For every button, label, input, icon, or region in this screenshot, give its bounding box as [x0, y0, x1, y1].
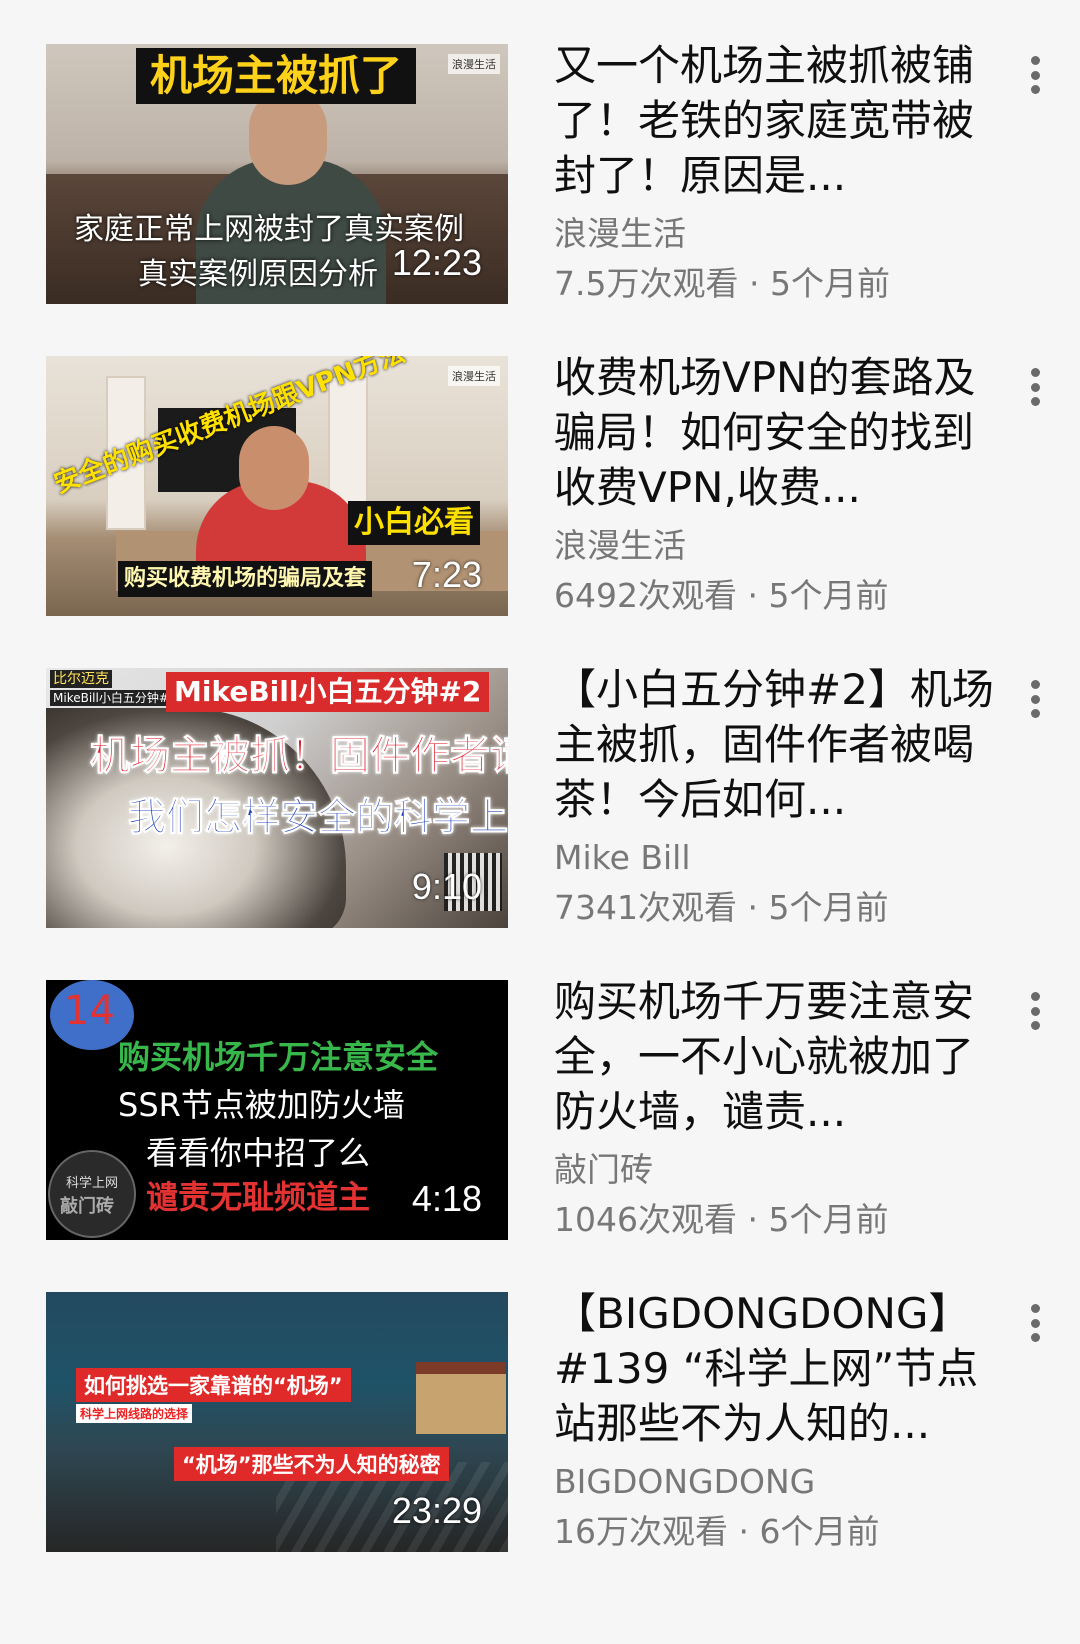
- thumbnail-subtitle: 科学上网线路的选择: [76, 1404, 193, 1423]
- video-thumbnail[interactable]: 比尔迈克 MikeBill小白五分钟#2 MikeBill小白五分钟#2 机场主…: [46, 668, 508, 928]
- more-options-icon[interactable]: [1020, 1298, 1050, 1348]
- video-info[interactable]: 购买机场千万要注意安全，一不小心就被加了防火墙，谴责... 敲门砖 1046次观…: [554, 974, 994, 1245]
- thumbnail-subtitle: 真实案例原因分析: [138, 257, 378, 292]
- more-options-icon[interactable]: [1020, 362, 1050, 412]
- thumbnail-subtitle: 购买收费机场的骗局及套: [118, 561, 373, 597]
- channel-name[interactable]: BIGDONGDONG: [554, 1457, 994, 1507]
- video-meta: 16万次观看 · 6个月前: [554, 1512, 880, 1551]
- thumbnail-caption: MikeBill小白五分钟#2: [166, 672, 490, 712]
- channel-logo-text: 科学上网: [66, 1176, 119, 1191]
- video-duration: 12:23: [391, 242, 482, 283]
- thumbnail-badge: 小白必看: [348, 501, 480, 545]
- video-thumbnail[interactable]: 机场主被抓了 浪漫生活 家庭正常上网被封了真实案例 真实案例原因分析 12:23: [46, 44, 508, 304]
- video-thumbnail[interactable]: 如何挑选一家靠谱的“机场” 科学上网线路的选择 “机场”那些不为人知的秘密 23…: [46, 1292, 508, 1552]
- video-meta: 1046次观看 · 5个月前: [554, 1200, 889, 1239]
- thumbnail-headline: 机场主被抓！固件作者请喝茶: [90, 733, 509, 780]
- video-item[interactable]: 比尔迈克 MikeBill小白五分钟#2 MikeBill小白五分钟#2 机场主…: [0, 665, 1080, 968]
- thumbnail-headline: 如何挑选一家靠谱的“机场”: [76, 1368, 351, 1402]
- channel-name[interactable]: 浪漫生活: [554, 521, 994, 571]
- video-title[interactable]: 又一个机场主被抓被铺了！老铁的家庭宽带被封了！原因是...: [554, 38, 994, 203]
- thumbnail-label: 比尔迈克: [50, 670, 112, 688]
- video-item[interactable]: 如何挑选一家靠谱的“机场” 科学上网线路的选择 “机场”那些不为人知的秘密 23…: [0, 1289, 1080, 1592]
- video-duration: 9:10: [411, 866, 482, 907]
- channel-logo-text: 敲门砖: [60, 1196, 114, 1217]
- channel-name[interactable]: 敲门砖: [554, 1145, 994, 1195]
- video-title[interactable]: 购买机场千万要注意安全，一不小心就被加了防火墙，谴责...: [554, 974, 994, 1139]
- channel-name[interactable]: 浪漫生活: [554, 209, 994, 259]
- video-info[interactable]: 又一个机场主被抓被铺了！老铁的家庭宽带被封了！原因是... 浪漫生活 7.5万次…: [554, 38, 994, 309]
- video-title[interactable]: 【小白五分钟#2】机场主被抓，固件作者被喝茶！今后如何...: [554, 662, 994, 827]
- video-info[interactable]: 收费机场VPN的套路及骗局！如何安全的找到收费VPN,收费... 浪漫生活 64…: [554, 350, 994, 621]
- channel-name[interactable]: Mike Bill: [554, 833, 994, 883]
- thumbnail-headline: 我们怎样安全的科学上网？: [127, 795, 508, 840]
- thumbnail-headline: “机场”那些不为人知的秘密: [174, 1447, 449, 1481]
- video-info[interactable]: 【小白五分钟#2】机场主被抓，固件作者被喝茶！今后如何... Mike Bill…: [554, 662, 994, 933]
- episode-number: 14: [64, 988, 115, 1034]
- more-options-icon[interactable]: [1020, 674, 1050, 724]
- video-info[interactable]: 【BIGDONGDONG】#139 “科学上网”节点站那些不为人知的... BI…: [554, 1286, 994, 1557]
- video-meta: 7341次观看 · 5个月前: [554, 888, 889, 927]
- video-item[interactable]: 机场主被抓了 浪漫生活 家庭正常上网被封了真实案例 真实案例原因分析 12:23…: [0, 41, 1080, 344]
- more-options-icon[interactable]: [1020, 50, 1050, 100]
- thumbnail-subtitle: SSR节点被加防火墙: [118, 1086, 405, 1124]
- thumbnail-subtitle: 看看你中招了么: [146, 1134, 371, 1172]
- video-meta: 6492次观看 · 5个月前: [554, 576, 889, 615]
- video-thumbnail[interactable]: 安全的购买收费机场跟VPN方法 浪漫生活 小白必看 购买收费机场的骗局及套 7:…: [46, 356, 508, 616]
- video-title[interactable]: 收费机场VPN的套路及骗局！如何安全的找到收费VPN,收费...: [554, 350, 994, 515]
- thumbnail-person-head: [239, 426, 309, 510]
- thumbnail-label: MikeBill小白五分钟#2: [50, 690, 180, 706]
- thumbnail-scene: [416, 1362, 506, 1434]
- channel-watermark: 浪漫生活: [448, 366, 500, 386]
- video-duration: 7:23: [411, 554, 482, 595]
- more-options-icon[interactable]: [1020, 986, 1050, 1036]
- video-item[interactable]: 14 购买机场千万注意安全 SSR节点被加防火墙 看看你中招了么 谴责无耻频道主…: [0, 977, 1080, 1280]
- video-item[interactable]: 安全的购买收费机场跟VPN方法 浪漫生活 小白必看 购买收费机场的骗局及套 7:…: [0, 353, 1080, 656]
- video-duration: 23:29: [391, 1490, 482, 1531]
- video-list: 机场主被抓了 浪漫生活 家庭正常上网被封了真实案例 真实案例原因分析 12:23…: [0, 0, 1080, 1644]
- channel-watermark: 浪漫生活: [448, 54, 500, 74]
- thumbnail-caption: 机场主被抓了: [136, 48, 417, 104]
- video-meta: 7.5万次观看 · 5个月前: [554, 264, 890, 303]
- video-thumbnail[interactable]: 14 购买机场千万注意安全 SSR节点被加防火墙 看看你中招了么 谴责无耻频道主…: [46, 980, 508, 1240]
- video-title[interactable]: 【BIGDONGDONG】#139 “科学上网”节点站那些不为人知的...: [554, 1286, 994, 1451]
- thumbnail-headline: 购买机场千万注意安全: [118, 1038, 439, 1076]
- thumbnail-subtitle: 谴责无耻频道主: [146, 1178, 371, 1216]
- video-duration: 4:18: [411, 1178, 482, 1219]
